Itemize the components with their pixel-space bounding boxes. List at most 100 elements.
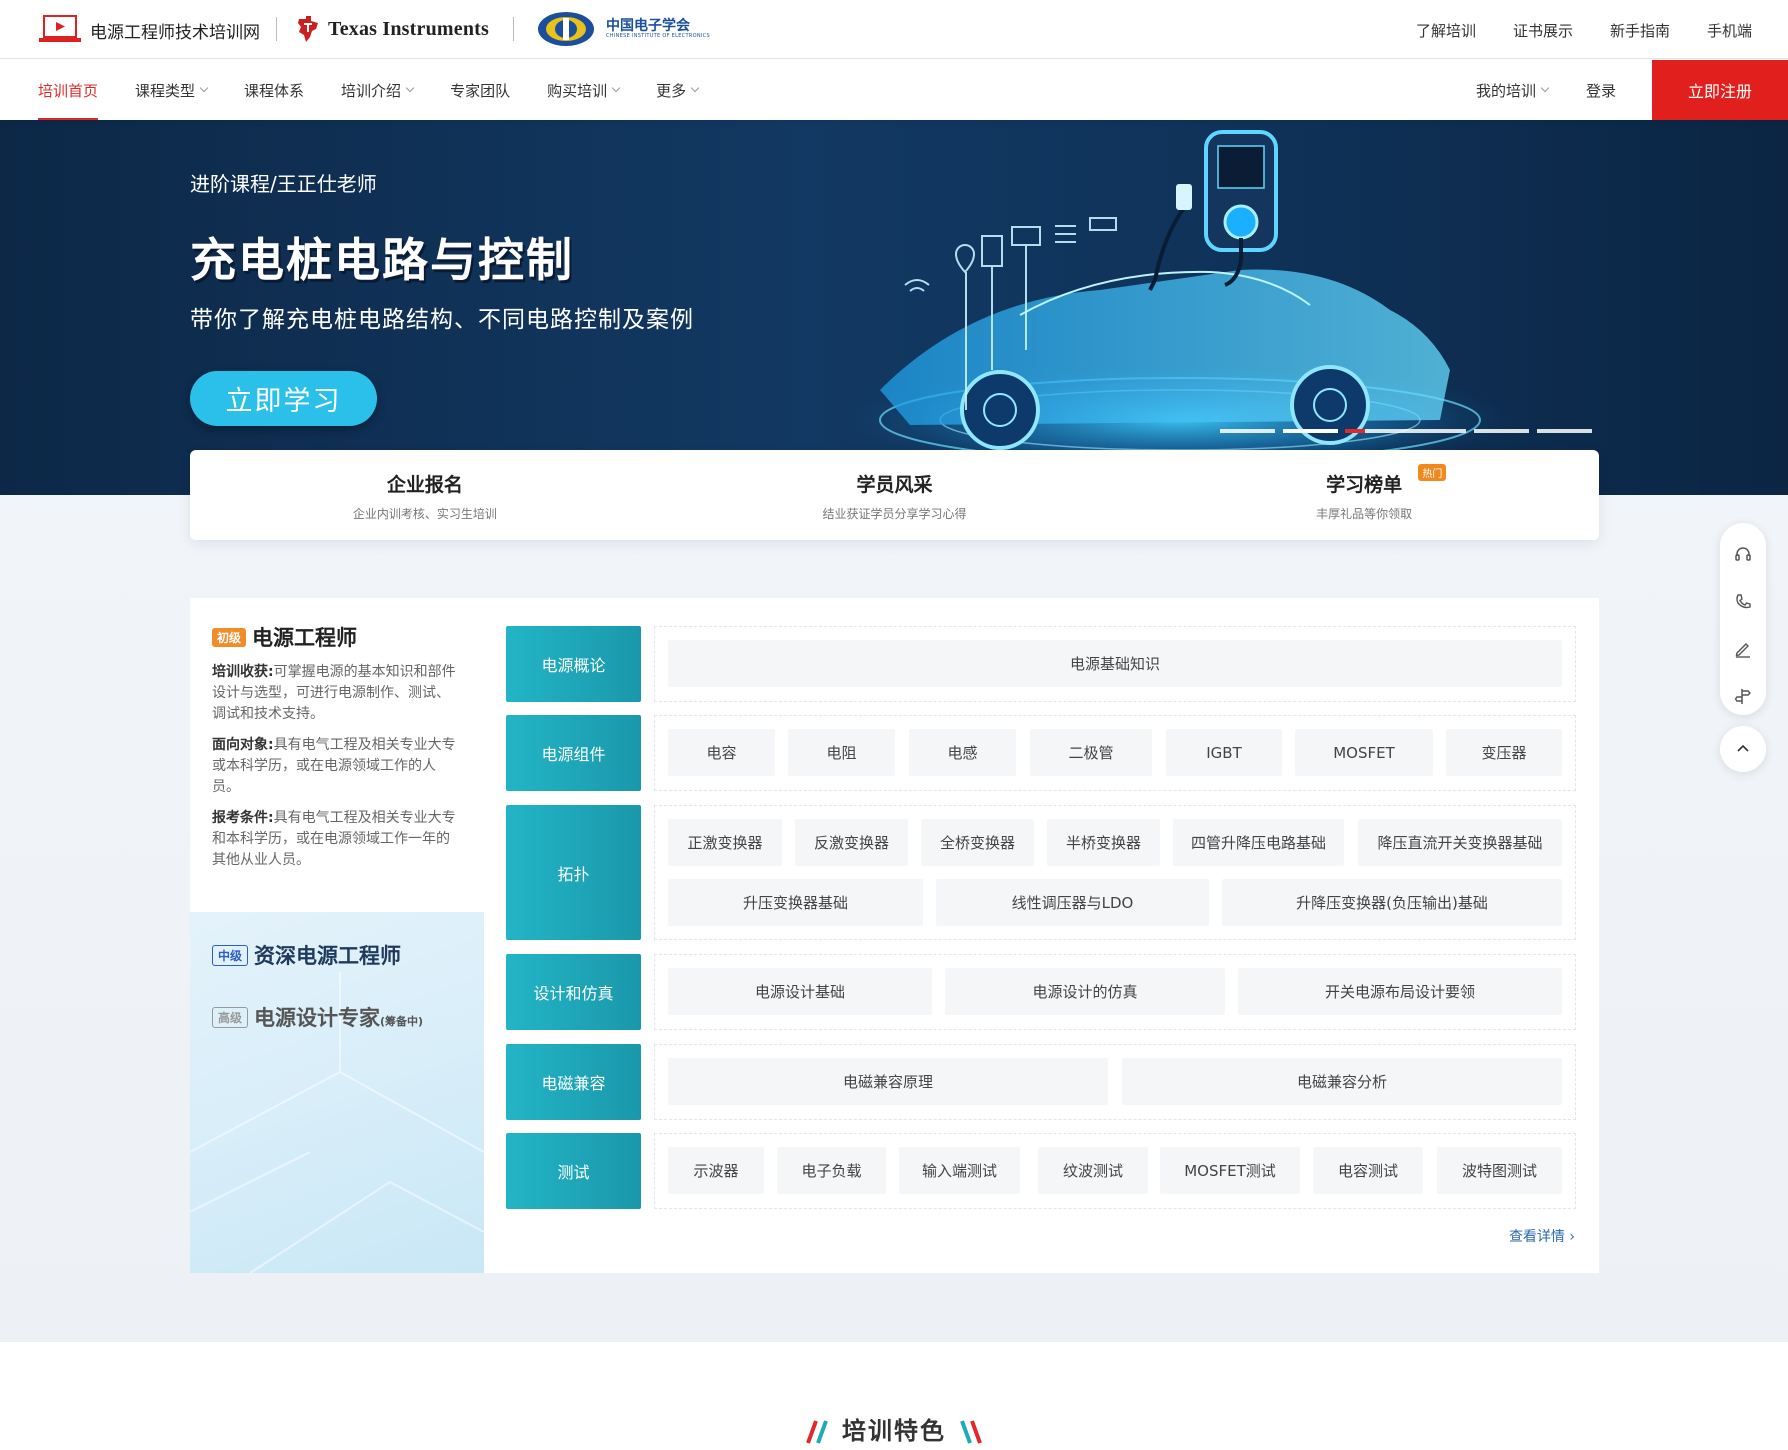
course-chip[interactable]: 反激变换器 [795, 819, 908, 866]
ti-map-icon [298, 16, 318, 42]
chevron-up-icon [1737, 744, 1749, 752]
nav-item-buy-training[interactable]: 购买培训 [547, 60, 621, 120]
nav-item-course-types[interactable]: 课程类型 [135, 60, 209, 120]
quick-link-title: 学习榜单 [1326, 474, 1403, 496]
ti-logo[interactable]: Texas Instruments [296, 14, 489, 44]
view-details-link[interactable]: 查看详情 › [1509, 1226, 1575, 1246]
category-power-overview[interactable]: 电源概论 [506, 626, 641, 702]
quick-link-desc: 企业内训考核、实习生培训 [352, 507, 497, 521]
course-chip[interactable]: 电源设计基础 [668, 968, 932, 1015]
level-column: 初级 电源工程师 培训收获:可掌握电源的基本知识和部件设计与选型，可进行电源制作、… [190, 598, 484, 1273]
nav-item-label: 购买培训 [547, 81, 608, 100]
course-chip[interactable]: MOSFET [1295, 729, 1433, 776]
course-chip[interactable]: 升降压变换器(负压输出)基础 [1222, 879, 1562, 926]
floating-toolbar [1720, 523, 1766, 715]
edit-icon[interactable] [1733, 639, 1753, 659]
course-chip[interactable]: 输入端测试 [899, 1147, 1020, 1194]
quick-link-enterprise[interactable]: 企业报名 企业内训考核、实习生培训 [190, 450, 660, 540]
right-stripes-icon [960, 1420, 983, 1444]
course-chip[interactable]: 电子负载 [777, 1147, 886, 1194]
course-chip[interactable]: 示波器 [668, 1147, 764, 1194]
left-stripes-icon [805, 1420, 828, 1444]
top-links: 了解培训 证书展示 新手指南 手机端 [1416, 20, 1752, 41]
course-chip[interactable]: 四管升降压电路基础 [1173, 819, 1344, 866]
laptop-logo-icon[interactable] [38, 14, 82, 44]
target-label: 面向对象: [212, 737, 274, 753]
course-chip[interactable]: 电感 [909, 729, 1016, 776]
course-chip[interactable]: IGBT [1166, 729, 1282, 776]
course-chip[interactable]: 线性调压器与LDO [936, 879, 1209, 926]
category-emc[interactable]: 电磁兼容 [506, 1044, 641, 1120]
course-chip[interactable]: 电源设计的仿真 [945, 968, 1225, 1015]
category-design-simulation[interactable]: 设计和仿真 [506, 954, 641, 1030]
top-link-guide[interactable]: 新手指南 [1610, 20, 1670, 41]
course-chip[interactable]: 电容测试 [1313, 1147, 1423, 1194]
course-chip[interactable]: 电阻 [788, 729, 895, 776]
course-chip[interactable]: 降压直流开关变换器基础 [1358, 819, 1562, 866]
top-link-about[interactable]: 了解培训 [1416, 20, 1476, 41]
quick-links-bar: 企业报名 企业内训考核、实习生培训 学员风采 结业获证学员分享学习心得 学习榜单… [190, 450, 1599, 540]
level-basic-heading[interactable]: 初级 电源工程师 [212, 622, 357, 652]
level-tag: 初级 [212, 628, 247, 647]
carousel-dot[interactable] [1474, 429, 1529, 433]
nav-item-more[interactable]: 更多 [656, 60, 700, 120]
top-link-certificates[interactable]: 证书展示 [1513, 20, 1573, 41]
course-chip[interactable]: 二极管 [1030, 729, 1152, 776]
carousel-dot[interactable] [1537, 429, 1592, 433]
chevron-down-icon [690, 83, 700, 93]
course-chip[interactable]: 升压变换器基础 [668, 879, 923, 926]
exam-requirements: 报考条件:具有电气工程及相关专业大专和本科学历，或在电源领域工作一年的其他从业人… [212, 808, 462, 871]
signpost-icon[interactable] [1733, 686, 1753, 706]
course-chip[interactable]: 电磁兼容分析 [1122, 1058, 1562, 1105]
course-chip[interactable]: 电源基础知识 [668, 640, 1562, 687]
carousel-dot-active[interactable] [1283, 429, 1365, 433]
course-chip[interactable]: 开关电源布局设计要领 [1238, 968, 1562, 1015]
nav-item-training-intro[interactable]: 培训介绍 [341, 60, 415, 120]
logo-divider [276, 17, 277, 41]
quick-link-students[interactable]: 学员风采 结业获证学员分享学习心得 [660, 450, 1130, 540]
level-mid-heading[interactable]: 中级 资深电源工程师 [212, 940, 401, 970]
course-chip[interactable]: 半桥变换器 [1047, 819, 1160, 866]
course-chip[interactable]: 纹波测试 [1038, 1147, 1148, 1194]
quick-link-desc: 丰厚礼品等你领取 [1316, 507, 1413, 521]
phone-icon[interactable] [1733, 592, 1753, 612]
gain-label: 培训收获: [212, 664, 274, 680]
top-link-mobile[interactable]: 手机端 [1707, 20, 1752, 41]
hero-banner[interactable]: 进阶课程/王正仕老师 充电桩电路与控制 带你了解充电桩电路结构、不同电路控制及案… [0, 120, 1788, 495]
cie-logo[interactable]: 中国电子学会 CHINESE INSTITUTE OF ELECTRONICS [536, 10, 710, 48]
register-button[interactable]: 立即注册 [1652, 60, 1788, 120]
advanced-levels: 中级 资深电源工程师 高级 电源设计专家(筹备中) [190, 912, 484, 1273]
headset-icon[interactable] [1733, 545, 1753, 565]
back-to-top-button[interactable] [1720, 726, 1766, 772]
ti-logo-text: Texas Instruments [328, 17, 490, 40]
my-training-menu[interactable]: 我的培训 [1475, 80, 1550, 101]
nav-item-home[interactable]: 培训首页 [38, 60, 99, 120]
nav-item-label: 专家团队 [450, 81, 511, 100]
nav-item-experts[interactable]: 专家团队 [450, 60, 510, 120]
site-name[interactable]: 电源工程师技术培训网 [90, 18, 260, 43]
quick-link-leaderboard[interactable]: 学习榜单 热门 丰厚礼品等你领取 [1129, 450, 1599, 540]
start-learning-button[interactable]: 立即学习 [190, 371, 377, 426]
category-components[interactable]: 电源组件 [506, 715, 641, 791]
category-topology[interactable]: 拓扑 [506, 805, 641, 940]
course-chip[interactable]: 变压器 [1446, 729, 1562, 776]
carousel-indicators [1220, 429, 1592, 433]
chevron-down-icon [199, 83, 209, 93]
nav-item-course-system[interactable]: 课程体系 [244, 60, 304, 120]
course-chip[interactable]: 电容 [668, 729, 775, 776]
my-training-label: 我的培训 [1475, 81, 1536, 100]
quick-link-desc: 结业获证学员分享学习心得 [822, 507, 967, 521]
course-chip[interactable]: 电磁兼容原理 [668, 1058, 1108, 1105]
nav-item-label: 培训介绍 [341, 81, 402, 100]
course-chip[interactable]: 全桥变换器 [921, 819, 1034, 866]
course-chip[interactable]: 正激变换器 [668, 819, 782, 866]
login-link[interactable]: 登录 [1586, 80, 1616, 101]
level-tag: 高级 [212, 1007, 249, 1028]
category-testing[interactable]: 测试 [506, 1133, 641, 1209]
course-chip[interactable]: 波特图测试 [1437, 1147, 1562, 1194]
chevron-down-icon [611, 83, 621, 93]
level-high-heading[interactable]: 高级 电源设计专家(筹备中) [212, 1002, 423, 1032]
course-chip[interactable]: MOSFET测试 [1160, 1147, 1300, 1194]
carousel-dot[interactable] [1220, 429, 1275, 433]
ev-charging-illustration [820, 130, 1540, 480]
